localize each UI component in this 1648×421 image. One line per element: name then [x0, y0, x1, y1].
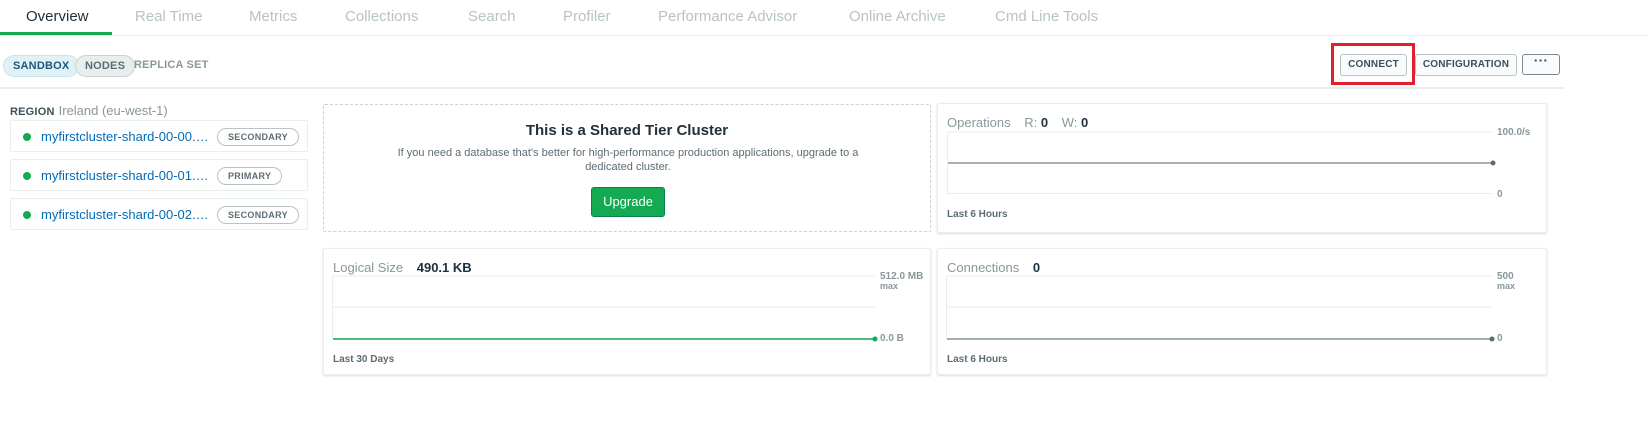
- active-tab-indicator: [0, 32, 112, 35]
- connections-chart-svg: [947, 275, 1495, 342]
- operations-title: Operations R: 0 W: 0: [947, 115, 1088, 130]
- region-value: Ireland (eu-west-1): [58, 103, 168, 118]
- node-status-dot: [23, 211, 31, 219]
- sandbox-badge: SANDBOX: [3, 55, 80, 77]
- node-status-dot: [23, 172, 31, 180]
- connections-max-sub: max: [1497, 281, 1516, 291]
- region-info: REGION Ireland (eu-west-1): [10, 103, 168, 118]
- logical-size-current-label: 0.0 B: [880, 333, 904, 344]
- logical-size-label: Logical Size: [333, 260, 404, 275]
- operations-label: Operations: [947, 115, 1011, 130]
- operations-max-label: 100.0/s: [1497, 127, 1531, 138]
- logical-size-card[interactable]: Logical Size 490.1 KB 512.0 MB max 0.0 B…: [323, 248, 931, 375]
- operations-chart: [947, 131, 1496, 194]
- node-role-badge: SECONDARY: [217, 206, 299, 224]
- tab-bar: Overview Real Time Metrics Collections S…: [0, 0, 1648, 36]
- connect-button[interactable]: CONNECT: [1340, 54, 1407, 76]
- more-options-button[interactable]: ···: [1522, 53, 1560, 75]
- tab-overview[interactable]: Overview: [26, 0, 89, 36]
- node-row: myfirstcluster-shard-00-00.ozbcl.mongodb…: [10, 120, 308, 152]
- logical-size-period: Last 30 Days: [333, 354, 395, 365]
- connections-chart: [946, 275, 1495, 342]
- node-link[interactable]: myfirstcluster-shard-00-00.ozbcl.mongodb…: [41, 129, 211, 144]
- tab-metrics[interactable]: Metrics: [249, 0, 297, 36]
- connections-label: Connections: [947, 260, 1020, 275]
- connections-value: 0: [1032, 260, 1041, 275]
- node-role-badge: SECONDARY: [217, 128, 299, 146]
- node-link[interactable]: myfirstcluster-shard-00-01.ozbcl.mongodb…: [41, 168, 211, 183]
- logical-size-series-point: [872, 336, 878, 342]
- connections-period: Last 6 Hours: [947, 354, 1008, 365]
- node-role-badge: PRIMARY: [217, 167, 283, 185]
- replica-set-label: REPLICA SET: [134, 59, 209, 71]
- connections-card[interactable]: Connections 0 500 max 0 Last 6 Hours: [937, 248, 1547, 375]
- node-link[interactable]: myfirstcluster-shard-00-02.ozbcl.mongodb…: [41, 207, 211, 222]
- tab-online-archive[interactable]: Online Archive: [849, 0, 946, 36]
- write-value: 0: [1080, 115, 1089, 130]
- operations-chart-svg: [948, 131, 1496, 166]
- logical-size-chart-svg: [333, 275, 878, 342]
- tab-collections[interactable]: Collections: [345, 0, 418, 36]
- shared-tier-title: This is a Shared Tier Cluster: [525, 122, 729, 139]
- node-row: myfirstcluster-shard-00-01.ozbcl.mongodb…: [10, 159, 308, 191]
- node-row: myfirstcluster-shard-00-02.ozbcl.mongodb…: [10, 198, 308, 230]
- shared-tier-panel: This is a Shared Tier Cluster If you nee…: [323, 104, 931, 232]
- tab-search[interactable]: Search: [468, 0, 516, 36]
- read-value: 0: [1040, 115, 1049, 130]
- node-status-dot: [23, 133, 31, 141]
- logical-size-max-sub: max: [880, 281, 899, 291]
- nodes-badge: NODES: [75, 55, 136, 77]
- connections-series-point: [1489, 336, 1495, 342]
- write-label: W:: [1061, 115, 1078, 130]
- shared-tier-description: If you need a database that's better for…: [397, 147, 859, 173]
- tab-performance-advisor[interactable]: Performance Advisor: [658, 0, 797, 36]
- logical-size-title: Logical Size 490.1 KB: [333, 260, 472, 275]
- tab-profiler[interactable]: Profiler: [563, 0, 611, 36]
- read-label: R:: [1024, 115, 1038, 130]
- operations-min-label: 0: [1497, 189, 1503, 200]
- tab-real-time[interactable]: Real Time: [135, 0, 203, 36]
- operations-card[interactable]: Operations R: 0 W: 0 100.0/s 0 Last 6 Ho…: [937, 103, 1547, 233]
- connections-current-label: 0: [1497, 333, 1503, 344]
- operations-period: Last 6 Hours: [947, 209, 1008, 220]
- tab-cmd-line-tools[interactable]: Cmd Line Tools: [995, 0, 1098, 36]
- region-label: REGION: [10, 106, 55, 118]
- configuration-button[interactable]: CONFIGURATION: [1415, 54, 1517, 76]
- operations-series-point: [1490, 160, 1496, 166]
- logical-size-chart: [332, 275, 878, 342]
- connections-title: Connections 0: [947, 260, 1040, 275]
- toolbar-divider: [0, 87, 1564, 89]
- logical-size-value: 490.1 KB: [416, 260, 472, 275]
- upgrade-button[interactable]: Upgrade: [591, 187, 665, 217]
